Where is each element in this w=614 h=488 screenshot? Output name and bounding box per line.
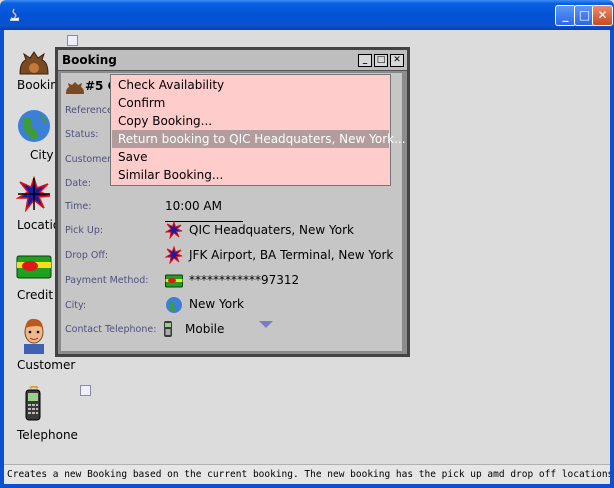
telephone-icon	[164, 321, 172, 337]
menu-item-return-booking[interactable]: Return booking to QIC Headquaters, New Y…	[112, 130, 406, 148]
status-bar: Creates a new Booking based on the curre…	[4, 464, 610, 484]
menu-item-confirm[interactable]: Confirm	[112, 94, 389, 112]
booking-icon	[19, 51, 49, 75]
menu-item-save[interactable]: Save	[112, 148, 389, 166]
time-label: Time:	[65, 201, 92, 212]
booking-window-title: Booking	[62, 53, 117, 67]
date-label: Date:	[65, 178, 91, 189]
payment-method-value[interactable]: ************97312	[189, 273, 299, 287]
booking-icon	[66, 82, 84, 94]
desktop-item-label: Locatio	[17, 218, 61, 232]
globe-icon	[18, 110, 50, 142]
booking-minimize-button[interactable]: _	[358, 54, 372, 67]
customer-label: Customer:	[65, 154, 115, 165]
window-titlebar[interactable]: _ □ ✕	[0, 0, 614, 30]
menu-item-check-availability[interactable]: Check Availability	[112, 76, 389, 94]
dropoff-label: Drop Off:	[65, 250, 109, 261]
chevron-down-icon[interactable]	[259, 321, 273, 328]
window-close-button[interactable]: ✕	[592, 5, 613, 26]
context-menu: Check Availability Confirm Copy Booking.…	[110, 74, 406, 186]
location-icon	[165, 246, 183, 264]
telephone-icon	[25, 386, 41, 421]
status-label: Status:	[65, 129, 99, 140]
reference-label: Reference	[65, 105, 113, 116]
customer-icon	[24, 318, 44, 354]
city-label: City:	[65, 300, 87, 311]
credit-card-icon	[165, 274, 183, 288]
booking-window-titlebar[interactable]: Booking _ □ ✕	[58, 50, 407, 71]
contact-telephone-label: Contact Telephone:	[65, 324, 157, 335]
desktop-item-label: Bookin	[17, 78, 58, 92]
small-tag-icon	[80, 385, 91, 396]
desktop-item-label: Customer	[17, 358, 76, 372]
desktop-item-label: City	[30, 148, 54, 162]
location-icon	[165, 221, 183, 239]
menu-item-similar-booking[interactable]: Similar Booking...	[112, 166, 389, 184]
payment-method-label: Payment Method:	[65, 275, 149, 286]
contact-telephone-value[interactable]: Mobile	[185, 322, 224, 336]
window-minimize-button[interactable]: _	[555, 5, 576, 26]
menu-item-copy-booking[interactable]: Copy Booking...	[112, 112, 389, 130]
booking-close-button[interactable]: ✕	[390, 54, 404, 67]
booking-maximize-button[interactable]: □	[374, 54, 388, 67]
dropoff-value[interactable]: JFK Airport, BA Terminal, New York	[189, 248, 393, 262]
globe-icon	[166, 297, 182, 313]
time-value[interactable]: 10:00 AM	[165, 199, 222, 213]
location-icon	[16, 176, 51, 212]
desktop-item-label: Telephone	[17, 428, 78, 442]
window-frame-right	[610, 30, 614, 488]
java-app-icon	[10, 8, 20, 21]
window-frame-bottom	[0, 484, 614, 488]
pickup-label: Pick Up:	[65, 225, 104, 236]
pickup-value[interactable]: QIC Headquaters, New York	[189, 223, 354, 237]
credit-card-icon	[16, 255, 52, 279]
city-value[interactable]: New York	[189, 297, 244, 311]
